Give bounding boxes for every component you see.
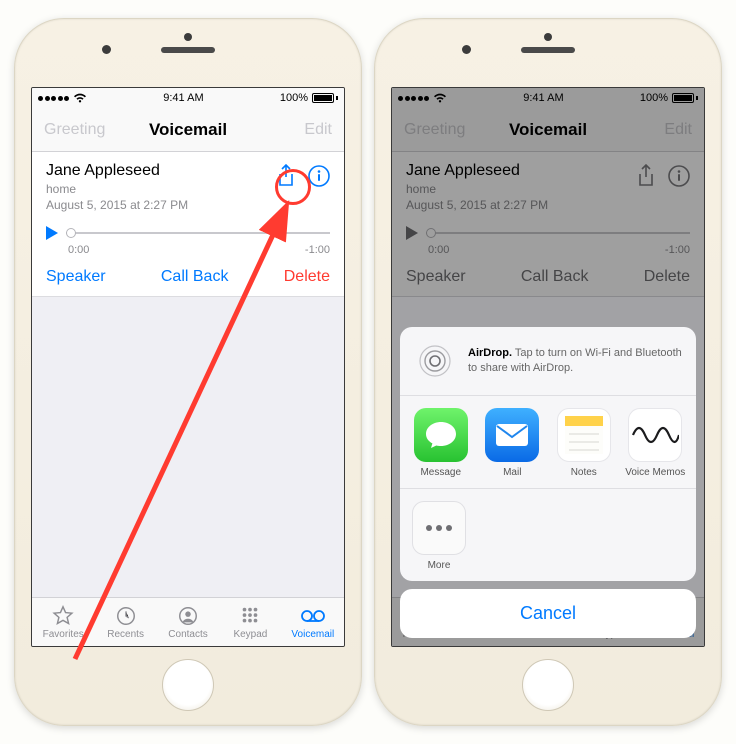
voicemail-card: Jane Appleseed home August 5, 2015 at 2:… [32,152,344,297]
play-button[interactable] [46,226,58,240]
tab-voicemail[interactable]: Voicemail [282,598,344,646]
voicememos-icon [631,417,679,453]
share-app-voicememos-label: Voice Memos [625,467,685,478]
voicemail-caller-name: Jane Appleseed [46,162,188,180]
airdrop-row[interactable]: AirDrop. Tap to turn on Wi-Fi and Blueto… [400,327,696,396]
tab-favorites[interactable]: Favorites [32,598,94,646]
share-icon[interactable] [276,164,296,193]
share-app-notes-label: Notes [571,467,597,478]
nav-greeting-button[interactable]: Greeting [44,121,106,139]
voicemail-icon [301,605,325,627]
keypad-icon [238,605,262,627]
battery-percent: 100% [280,92,308,104]
elapsed-time: 0:00 [68,244,89,256]
tab-recents-label: Recents [107,629,144,640]
nav-bar: Greeting Voicemail Edit [32,108,344,152]
signal-strength-icon [38,96,69,101]
share-apps-row: Message Mail Notes [400,396,696,489]
tab-contacts[interactable]: Contacts [157,598,219,646]
status-time: 9:41 AM [163,92,203,104]
earpiece-speaker [161,47,215,53]
share-app-message-label: Message [420,467,461,478]
home-button[interactable] [162,659,214,711]
airdrop-label: AirDrop. [468,347,512,359]
iphone-device-left: 9:41 AM 100% Greeting Voicemail Edit Jan… [14,18,362,726]
star-icon [51,605,75,627]
tab-keypad[interactable]: Keypad [219,598,281,646]
proximity-sensor [544,33,552,41]
remaining-time: -1:00 [305,244,330,256]
playback-row [46,226,330,240]
mail-icon [494,422,530,448]
voicemail-line-label: home [46,182,188,196]
nav-edit-button[interactable]: Edit [270,121,332,139]
share-more-label: More [412,560,466,571]
share-app-mail[interactable]: Mail [478,408,548,478]
call-back-button[interactable]: Call Back [161,268,229,286]
tab-voicemail-label: Voicemail [291,629,334,640]
share-sheet: AirDrop. Tap to turn on Wi-Fi and Blueto… [400,327,696,638]
nav-title: Voicemail [149,120,227,140]
screen-right: 9:41 AM 100% Greeting Voicemail Edit Jan… [391,87,705,647]
tab-contacts-label: Contacts [168,629,207,640]
wifi-icon [73,93,87,103]
proximity-sensor [184,33,192,41]
iphone-device-right: 9:41 AM 100% Greeting Voicemail Edit Jan… [374,18,722,726]
earpiece-speaker [521,47,575,53]
more-icon [424,524,454,532]
share-app-message[interactable]: Message [406,408,476,478]
front-camera [462,45,471,54]
delete-button[interactable]: Delete [284,268,330,286]
tab-favorites-label: Favorites [43,629,84,640]
screen-left: 9:41 AM 100% Greeting Voicemail Edit Jan… [31,87,345,647]
tab-recents[interactable]: Recents [94,598,156,646]
share-app-voicememos[interactable]: Voice Memos [621,408,691,478]
scrubber[interactable] [66,232,330,234]
airdrop-icon [414,339,456,383]
scrubber-thumb[interactable] [66,228,76,238]
home-button[interactable] [522,659,574,711]
front-camera [102,45,111,54]
tab-bar: Favorites Recents Contacts Keypad Voicem… [32,597,344,646]
tab-keypad-label: Keypad [233,629,267,640]
message-icon [424,420,458,450]
status-bar: 9:41 AM 100% [32,88,344,108]
share-app-notes[interactable]: Notes [549,408,619,478]
clock-icon [114,605,138,627]
info-icon[interactable] [308,165,330,192]
notes-icon [561,412,607,458]
share-more-button[interactable] [412,501,466,555]
contact-icon [176,605,200,627]
share-app-mail-label: Mail [503,467,521,478]
share-cancel-button[interactable]: Cancel [400,589,696,638]
speaker-button[interactable]: Speaker [46,268,106,286]
battery-icon [312,93,338,103]
voicemail-date: August 5, 2015 at 2:27 PM [46,198,188,212]
